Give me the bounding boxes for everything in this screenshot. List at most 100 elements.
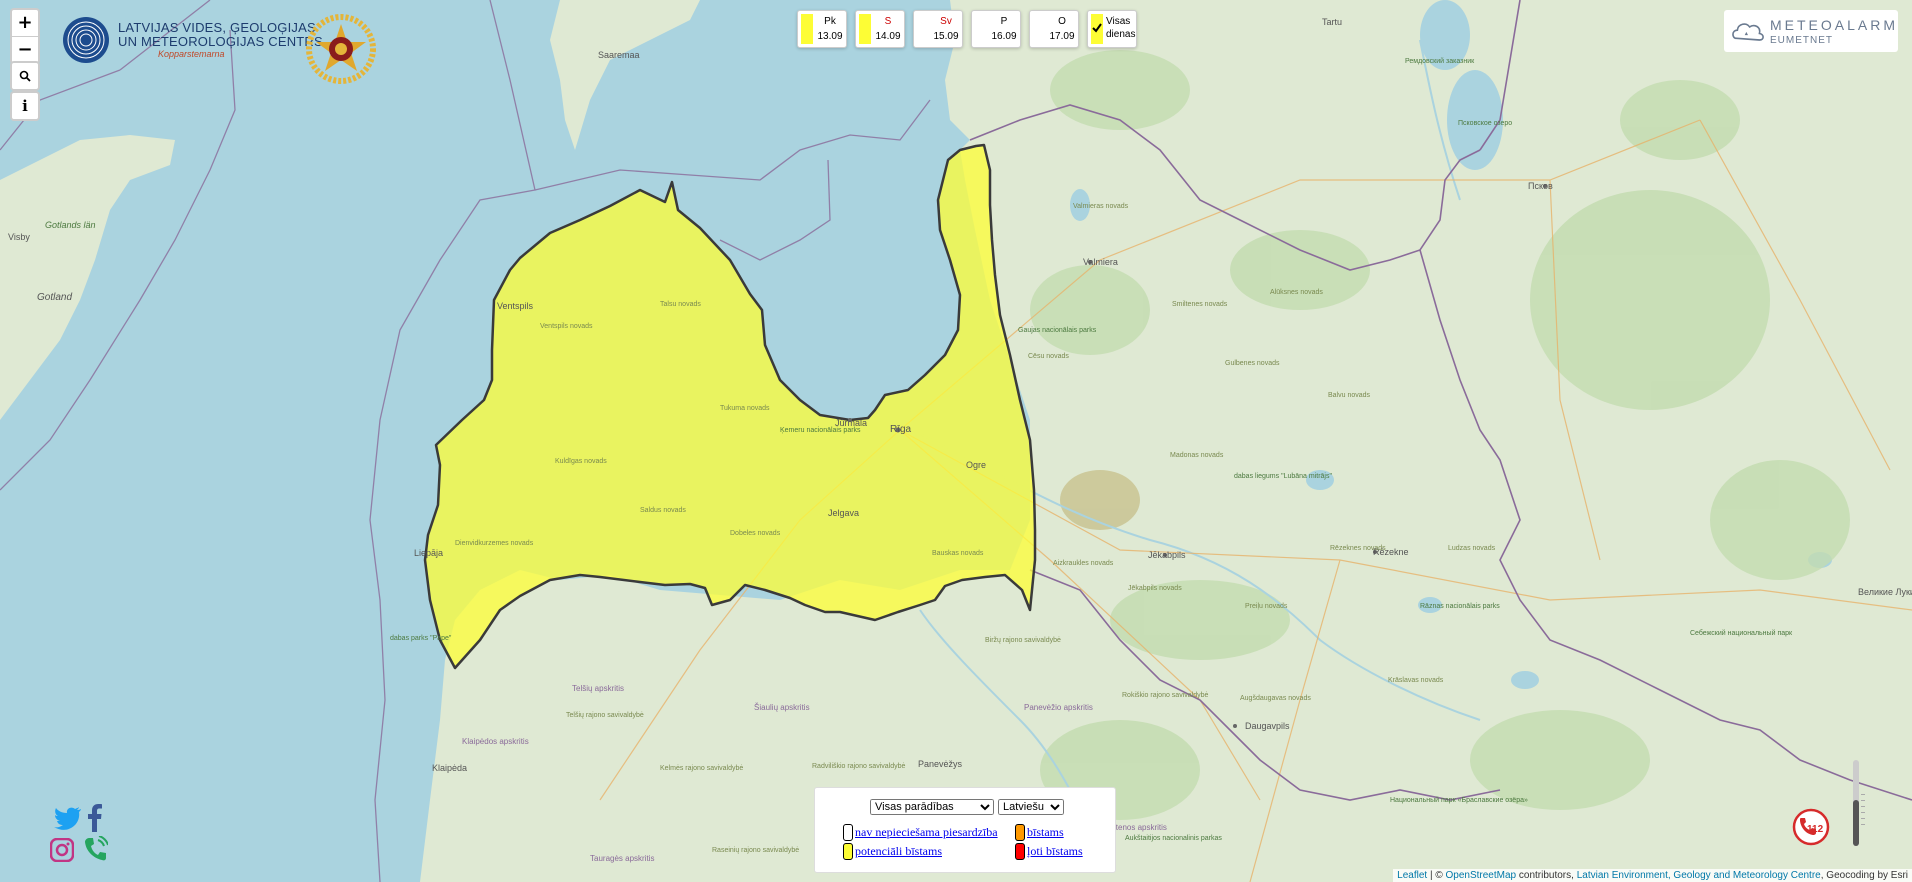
day-date: 15.09 bbox=[933, 31, 959, 42]
label-telsiu: Telšių apskritis bbox=[572, 684, 624, 693]
day-date: 16.09 bbox=[991, 31, 1017, 42]
label-aizkraukles: Aizkraukles novads bbox=[1053, 560, 1114, 567]
leaflet-link[interactable]: Leaflet bbox=[1397, 870, 1427, 881]
day-name: O bbox=[1058, 16, 1066, 27]
emergency-112-icon: 112 bbox=[1792, 808, 1830, 846]
label-birzu: Biržų rajono savivaldybė bbox=[985, 637, 1061, 644]
osm-link[interactable]: OpenStreetMap bbox=[1446, 870, 1517, 881]
label-kraslavas: Krāslavas novads bbox=[1388, 677, 1444, 684]
legend-swatch bbox=[843, 843, 853, 860]
cloud-icon bbox=[1732, 23, 1764, 41]
lvgmc-name-line1: LATVIJAS VIDES, ĢEOLOĢIJAS bbox=[118, 20, 316, 35]
day-tab-2[interactable]: Sv 15.09 bbox=[913, 10, 963, 48]
attrib-sep: | © bbox=[1427, 870, 1446, 881]
legend-link[interactable]: nav nepieciešama piesardzība bbox=[855, 825, 998, 840]
label-riga: Rīga bbox=[890, 424, 912, 435]
meteoalarm-logo[interactable]: METEOALARM EUMETNET bbox=[1724, 10, 1898, 52]
info-button[interactable]: i bbox=[12, 93, 38, 119]
legend-swatch bbox=[1015, 843, 1025, 860]
label-klaipedos: Klaipėdos apskritis bbox=[462, 737, 529, 746]
label-radviliskio: Radviliškio rajono savivaldybė bbox=[812, 763, 905, 770]
label-smiltenes: Smiltenes novads bbox=[1172, 301, 1228, 308]
day-date: 17.09 bbox=[1049, 31, 1075, 42]
label-utenos: Utenos apskritis bbox=[1110, 823, 1167, 832]
lvgmc-subtitle: Kopparstemarna bbox=[158, 49, 225, 59]
emergency-112-button[interactable]: 112 bbox=[1792, 808, 1830, 851]
day-tab-1[interactable]: S 14.09 bbox=[855, 10, 905, 48]
legend-item-dangerous[interactable]: bīstams bbox=[1015, 824, 1064, 841]
label-panevezys: Panevėžys bbox=[918, 759, 963, 769]
label-kemeri: Ķemeru nacionālais parks bbox=[780, 427, 861, 434]
day-name: P bbox=[1000, 16, 1008, 27]
zoom-in-button[interactable]: + bbox=[12, 10, 38, 36]
label-liepaja: Liepāja bbox=[414, 548, 443, 558]
day-tab-0[interactable]: Pk 13.09 bbox=[797, 10, 847, 48]
label-panevezio: Panevėžio apskritis bbox=[1024, 703, 1093, 712]
day-name: Sv bbox=[940, 16, 952, 27]
lvgmc-link[interactable]: Latvian Environment, Geology and Meteoro… bbox=[1577, 870, 1821, 881]
label-remdov: Ремдовский заказник bbox=[1405, 57, 1475, 65]
label-ogre: Ogre bbox=[966, 460, 986, 470]
label-gotlands-lan: Gotlands län bbox=[45, 220, 96, 230]
facebook-icon[interactable] bbox=[88, 804, 102, 832]
search-icon[interactable] bbox=[12, 63, 38, 89]
day-tab-4[interactable]: O 17.09 bbox=[1029, 10, 1079, 48]
legend-panel: Visas parādības Latviešu nav nepieciešam… bbox=[814, 787, 1116, 873]
label-aluksnes: Alūksnes novads bbox=[1270, 289, 1323, 296]
label-valmiera: Valmiera bbox=[1083, 257, 1118, 267]
all-days-tab[interactable]: Visas dienas bbox=[1087, 10, 1137, 48]
label-ventspils: Ventspils bbox=[497, 301, 534, 311]
label-aukstaitijos: Aukštaitijos nacionalinis parkas bbox=[1125, 835, 1222, 842]
zoom-out-button[interactable]: − bbox=[12, 36, 38, 63]
label-braslav: Национальный парк «Браславские озёра» bbox=[1390, 796, 1528, 804]
lvgmc-logo[interactable]: LATVIJAS VIDES, ĢEOLOĢIJAS UN METEOROLOĢ… bbox=[62, 16, 323, 64]
phone-icon[interactable] bbox=[84, 836, 108, 862]
legend-link[interactable]: ļoti bīstams bbox=[1027, 844, 1083, 859]
legend-item-very-dangerous[interactable]: ļoti bīstams bbox=[1015, 843, 1083, 860]
label-preilu: Preiļu novads bbox=[1245, 603, 1288, 610]
label-ventspils-novads: Ventspils novads bbox=[540, 323, 593, 330]
day-name: Pk bbox=[824, 16, 836, 27]
label-dienvidkurzeme: Dienvidkurzemes novads bbox=[455, 540, 534, 547]
label-jelgava: Jelgava bbox=[828, 508, 859, 518]
day-selector: Pk 13.09 S 14.09 Sv 15.09 P 16.09 O 17.0… bbox=[797, 10, 1137, 48]
label-ludzas: Ludzas novads bbox=[1448, 545, 1496, 552]
label-tukums: Tukuma novads bbox=[720, 405, 770, 412]
meteoalarm-title: METEOALARM bbox=[1769, 16, 1898, 33]
day-tab-3[interactable]: P 16.09 bbox=[971, 10, 1021, 48]
legend-link[interactable]: potenciāli bīstams bbox=[855, 844, 942, 859]
label-gulbenes: Gulbenes novads bbox=[1225, 360, 1280, 367]
language-select[interactable]: Latviešu bbox=[998, 799, 1064, 815]
label-taurages: Tauragės apskritis bbox=[590, 854, 654, 863]
legend-link[interactable]: bīstams bbox=[1027, 825, 1064, 840]
info-control: i bbox=[10, 91, 40, 121]
zoom-control: + − bbox=[10, 8, 40, 65]
twitter-icon[interactable] bbox=[54, 806, 82, 830]
map[interactable]: Saaremaa Gotland Gotlands län Visby Vent… bbox=[0, 0, 1912, 882]
label-pape: dabas parks "Pape" bbox=[390, 635, 452, 642]
legend-item-potential[interactable]: potenciāli bīstams bbox=[843, 843, 942, 860]
label-balvu: Balvu novads bbox=[1328, 392, 1371, 399]
label-bauska: Bauskas novads bbox=[932, 550, 984, 557]
label-rezeknes-novads: Rēzeknes novads bbox=[1330, 545, 1386, 552]
label-gotland: Gotland bbox=[37, 292, 72, 303]
label-velikie-luki: Великие Луки bbox=[1858, 587, 1912, 597]
zoom-level-slider[interactable] bbox=[1851, 760, 1865, 846]
label-saldus: Saldus novads bbox=[640, 507, 686, 514]
attrib-geocoding: , Geocoding by Esri bbox=[1820, 870, 1908, 881]
day-date: 13.09 bbox=[817, 31, 843, 42]
label-sebezh: Себежский национальный парк bbox=[1690, 629, 1793, 637]
label-razna: Rāznas nacionālais parks bbox=[1420, 603, 1500, 610]
checkmark-icon bbox=[1091, 14, 1103, 44]
label-lubana: dabas liegums "Lubāna mitrājs" bbox=[1234, 473, 1332, 480]
label-jekabpils: Jēkabpils bbox=[1148, 550, 1186, 560]
all-days-line1: Visas bbox=[1106, 16, 1131, 27]
phenomena-select[interactable]: Visas parādības bbox=[870, 799, 994, 815]
label-pskov: Псков bbox=[1528, 181, 1553, 191]
label-saaremaa: Saaremaa bbox=[598, 50, 640, 60]
vugd-emblem[interactable] bbox=[306, 14, 376, 89]
lvgmc-emblem bbox=[63, 17, 109, 63]
label-jekabpils-novads: Jēkabpils novads bbox=[1128, 585, 1182, 592]
instagram-icon[interactable] bbox=[50, 838, 74, 862]
legend-item-none[interactable]: nav nepieciešama piesardzība bbox=[843, 824, 998, 841]
